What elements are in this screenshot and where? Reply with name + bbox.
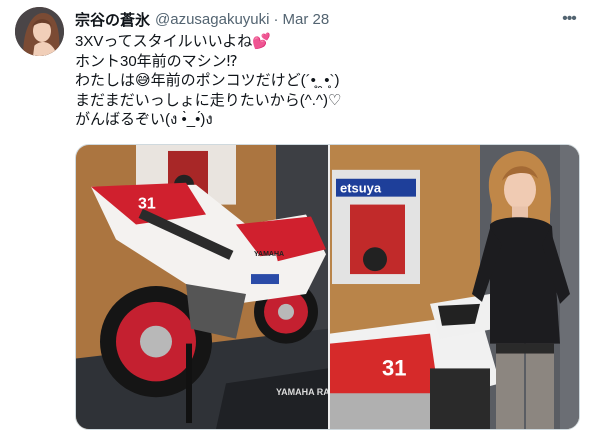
media-grid: YAMAHA RACING 31 YAMAHA [75, 144, 580, 430]
avatar[interactable] [15, 7, 64, 56]
bike-number: 31 [138, 196, 156, 213]
photo-motorcycle[interactable]: YAMAHA RACING 31 YAMAHA [76, 145, 328, 429]
user-handle[interactable]: @azusagakuyuki [155, 11, 269, 28]
photo-rider[interactable]: etsuya 31 [330, 145, 579, 429]
tweet-date[interactable]: Mar 28 [282, 11, 329, 28]
mat-brand-text: YAMAHA RACING [276, 387, 328, 397]
poster-text: etsuya [340, 181, 382, 196]
tweet-text-line: まだまだいっしょに走りたいから(^.^)♡ [75, 91, 342, 109]
display-name[interactable]: 宗谷の蒼氷 [75, 9, 150, 30]
tweet-text-line: わたしは😅年前のポンコツだけど(´•̥ ̯ •̥`) [75, 72, 340, 89]
tweet-text: 3XVってスタイルいいよね💕 ホント30年前のマシン⁉ わたしは😅年前のポンコツ… [75, 32, 575, 130]
rider-photo-bike-number: 31 [382, 355, 406, 380]
rider-image: etsuya 31 [330, 145, 579, 429]
motorcycle-image: YAMAHA RACING 31 YAMAHA [76, 145, 328, 429]
tweet-text-line: 3XVってスタイルいいよね💕 [75, 33, 271, 50]
separator-dot: · [273, 10, 279, 28]
avatar-image [15, 7, 64, 56]
tweet-text-line: ホント30年前のマシン⁉ [75, 52, 238, 70]
more-options-icon[interactable]: ••• [559, 9, 579, 29]
bike-brand-text: YAMAHA [254, 251, 284, 258]
tweet: 宗谷の蒼氷 @azusagakuyuki · Mar 28 ••• 3XVってス… [0, 0, 593, 436]
tweet-text-line: がんばるぞい(ง •̀_•́)ง [75, 111, 213, 128]
tweet-header: 宗谷の蒼氷 @azusagakuyuki · Mar 28 [75, 9, 553, 29]
